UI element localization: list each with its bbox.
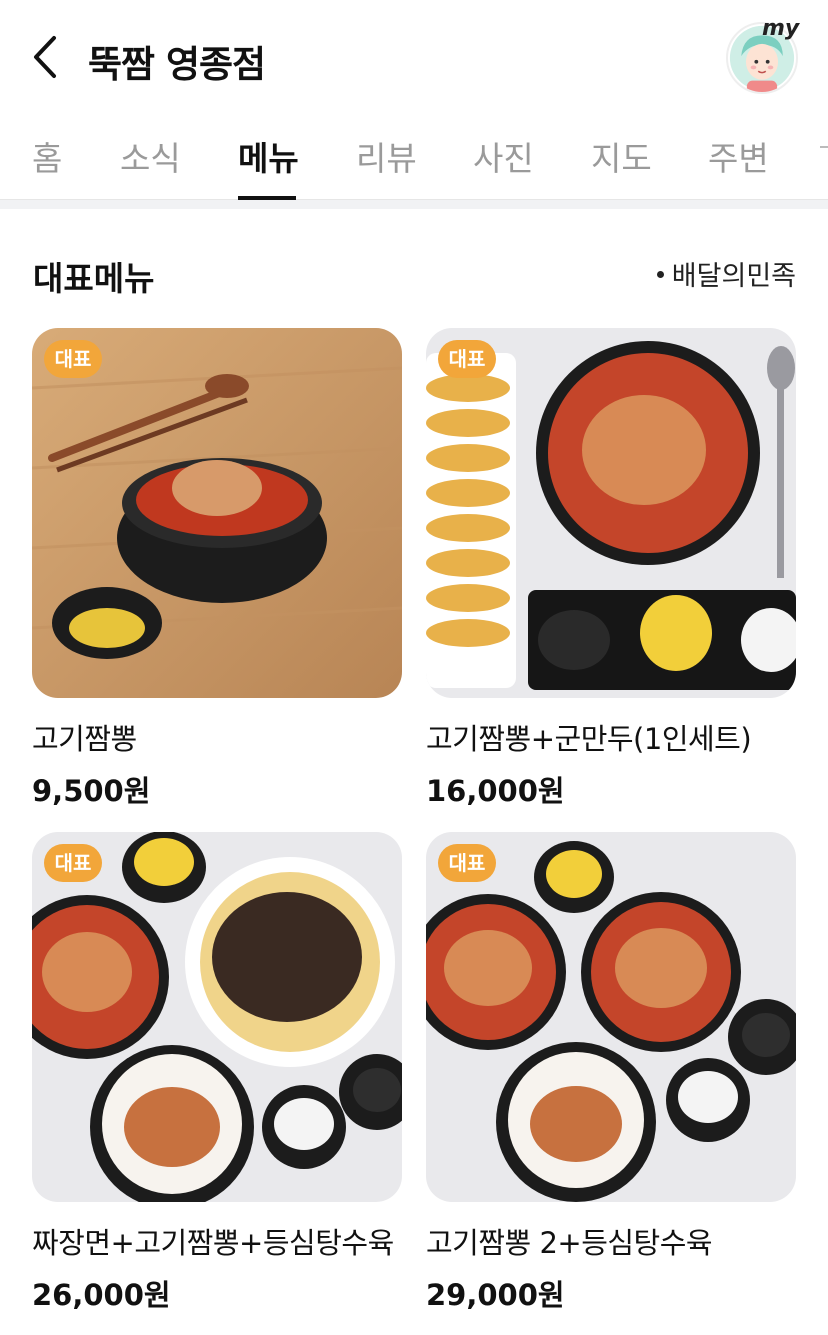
food-photo-jjajang-jjamppong-tangsuyuk [32, 832, 402, 1202]
section-source-label: 배달의민족 [671, 261, 796, 292]
page-title: 뚝짬 영종점 [88, 43, 266, 86]
food-photo-jjamppong [32, 328, 402, 698]
tab-nearby[interactable]: 주변 [708, 132, 769, 180]
top-bar: 뚝짬 영종점 my [0, 0, 828, 112]
menu-image[interactable]: 대표 [426, 328, 796, 698]
tab-news[interactable]: 소식 [120, 132, 181, 180]
menu-image[interactable]: 대표 [32, 832, 402, 1202]
tab-overflow-hint [820, 146, 828, 148]
menu-price: 9,500원 [32, 774, 151, 808]
signature-badge: 대표 [438, 844, 496, 882]
menu-name: 고기짬뽕 2+등심탕수육 [426, 1226, 713, 1260]
tab-menu[interactable]: 메뉴 [238, 132, 299, 180]
menu-card[interactable]: 대표 고기짬뽕 2+등심탕수육 29,000원 [426, 832, 796, 1314]
signature-badge: 대표 [438, 340, 496, 378]
tab-reviews[interactable]: 리뷰 [356, 132, 417, 180]
chevron-left-icon [34, 36, 56, 78]
my-label: my [762, 16, 800, 41]
tab-map[interactable]: 지도 [591, 132, 652, 180]
menu-name: 짜장면+고기짬뽕+등심탕수육 [32, 1226, 394, 1260]
section-title: 대표메뉴 [33, 259, 155, 298]
signature-badge: 대표 [44, 844, 102, 882]
menu-price: 16,000원 [426, 774, 565, 808]
menu-price: 29,000원 [426, 1278, 565, 1312]
menu-card[interactable]: 대표 짜장면+고기짬뽕+등심탕수육 26,000원 [32, 832, 402, 1314]
menu-image[interactable]: 대표 [32, 328, 402, 698]
tab-home[interactable]: 홈 [32, 132, 62, 180]
menu-name: 고기짬뽕 [32, 722, 137, 756]
section-source: 배달의민족 [656, 254, 796, 293]
menu-image[interactable]: 대표 [426, 832, 796, 1202]
menu-card[interactable]: 대표 고기짬뽕 9,500원 [32, 328, 402, 810]
signature-badge: 대표 [44, 340, 102, 378]
menu-card[interactable]: 대표 고기짬뽕+군만두(1인세트) 16,000원 [426, 328, 796, 810]
back-button[interactable] [28, 30, 68, 84]
tab-photos[interactable]: 사진 [473, 132, 534, 180]
tab-bar: 홈 소식 메뉴 리뷰 사진 지도 주변 [0, 112, 828, 200]
section-divider [0, 200, 828, 209]
food-photo-jjamppong2-tangsuyuk [426, 832, 796, 1202]
menu-price: 26,000원 [32, 1278, 171, 1312]
food-photo-jjamppong-dumpling-set [426, 328, 796, 698]
menu-name: 고기짬뽕+군만두(1인세트) [426, 722, 752, 756]
bullet-icon [656, 271, 664, 278]
